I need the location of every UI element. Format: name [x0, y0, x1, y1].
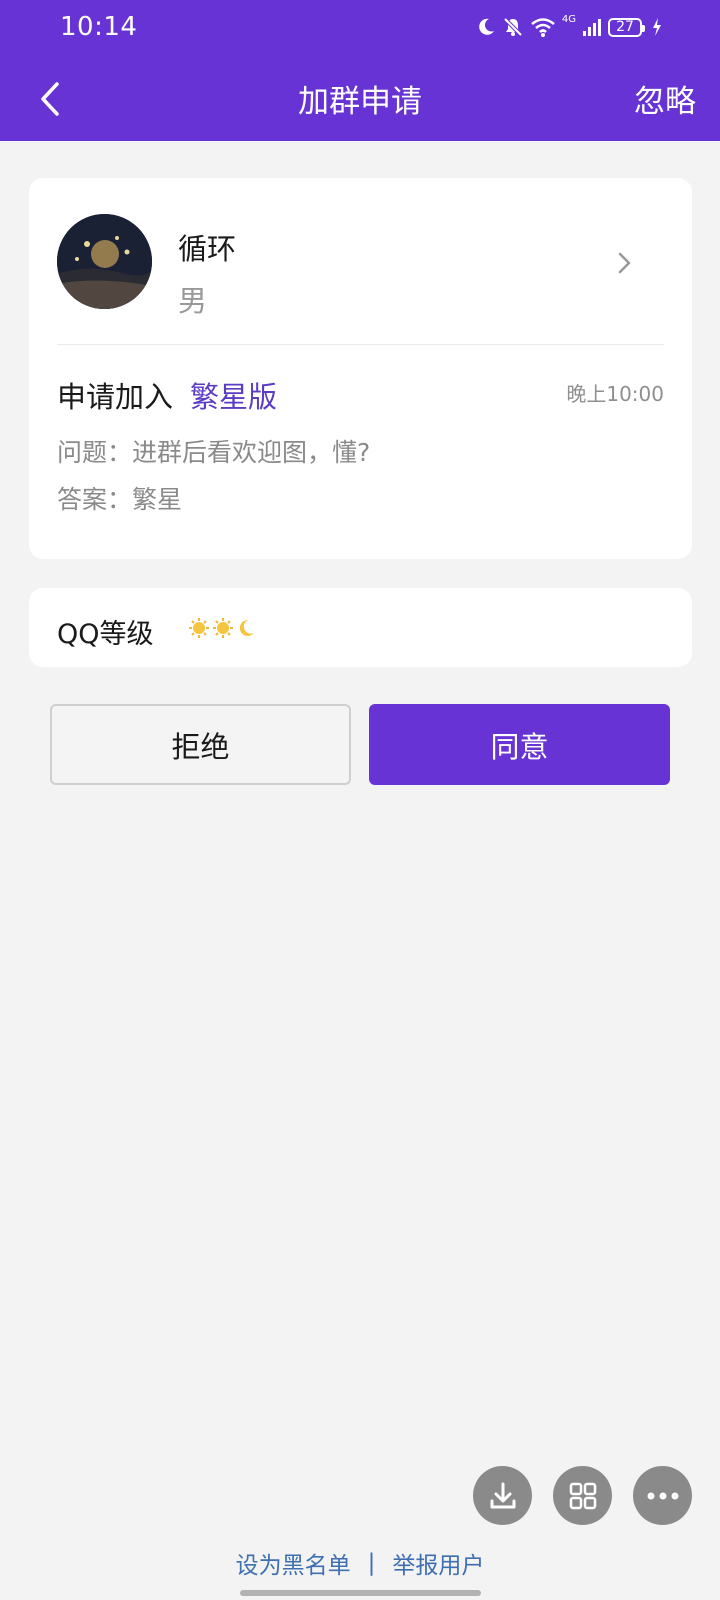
footer-separator: |: [367, 1550, 376, 1576]
battery-indicator: 27: [608, 17, 645, 37]
moon-icon: [239, 619, 254, 636]
top-bar: 10:14 4G 27 加群申请 忽略: [0, 0, 720, 141]
ignore-button[interactable]: 忽略: [634, 76, 696, 121]
accept-button[interactable]: 同意: [369, 704, 670, 785]
sun-icon: [189, 618, 209, 638]
download-icon: [490, 1482, 515, 1508]
qq-level-icons: [188, 617, 256, 639]
more-button[interactable]: [633, 1466, 692, 1525]
sun-icon: [213, 618, 233, 638]
apply-prefix: 申请加入: [57, 380, 174, 414]
status-time: 10:14: [60, 12, 138, 42]
home-indicator[interactable]: [240, 1590, 481, 1596]
bell-muted-icon: [503, 17, 523, 37]
page-title: 加群申请: [298, 84, 422, 120]
request-time: 晚上10:00: [566, 382, 664, 406]
network-type: 4G: [561, 14, 576, 25]
applicant-name[interactable]: 循环: [178, 226, 236, 268]
request-card: 循环 男 申请加入 繁星版 晚上10:00 问题：进群后看欢迎图，懂? 答案：繁…: [29, 178, 692, 559]
applicant-gender: 男: [178, 284, 208, 318]
signal-icon: [583, 19, 601, 36]
group-name-link[interactable]: 繁星版: [190, 374, 277, 416]
apps-button[interactable]: [553, 1466, 612, 1525]
avatar-image: [57, 214, 152, 309]
footer-links: 设为黑名单 | 举报用户: [0, 1546, 720, 1580]
apply-row: 申请加入 繁星版: [57, 374, 277, 416]
grid-icon: [569, 1482, 596, 1509]
more-dots-icon: [647, 1492, 678, 1499]
blacklist-link[interactable]: 设为黑名单: [236, 1546, 351, 1580]
qq-level-card: QQ等级: [29, 588, 692, 667]
answer-text: 答案：繁星: [57, 485, 183, 514]
charging-icon: [653, 18, 661, 36]
report-user-link[interactable]: 举报用户: [392, 1546, 484, 1580]
divider: [57, 344, 664, 345]
download-button[interactable]: [473, 1466, 532, 1525]
question-text: 问题：进群后看欢迎图，懂?: [57, 438, 371, 467]
status-icons: 4G 27: [476, 12, 662, 42]
wifi-icon: [531, 18, 555, 37]
qq-level-label: QQ等级: [57, 619, 154, 650]
moon-icon: [479, 18, 494, 35]
avatar[interactable]: [57, 214, 152, 309]
reject-button[interactable]: 拒绝: [50, 704, 351, 785]
chevron-right-icon[interactable]: [614, 248, 636, 278]
